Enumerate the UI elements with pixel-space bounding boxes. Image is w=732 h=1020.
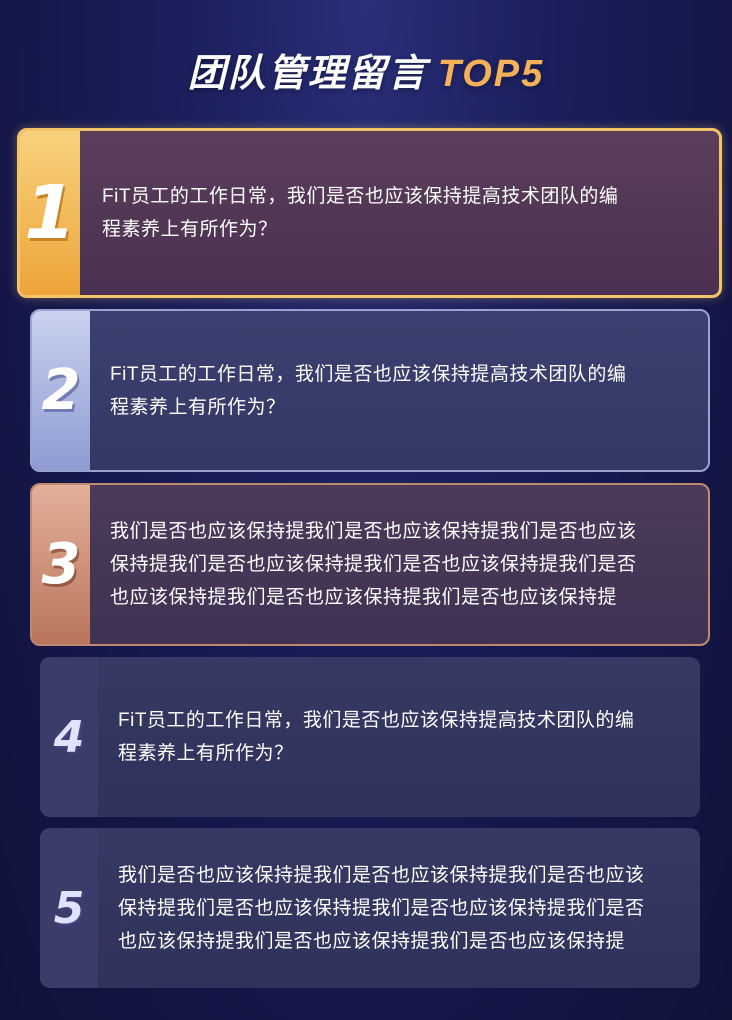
message-card-2[interactable]: 2 FiT员工的工作日常，我们是否也应该保持提高技术团队的编 程素养上有所作为？ <box>30 309 710 472</box>
message-line: 我们是否也应该保持提我们是否也应该保持提我们是否也应该 <box>118 864 645 886</box>
message-card-3[interactable]: 3 我们是否也应该保持提我们是否也应该保持提我们是否也应该 保持提我们是否也应该… <box>30 483 710 646</box>
message-text-4: FiT员工的工作日常，我们是否也应该保持提高技术团队的编 程素养上有所作为？ <box>98 657 700 817</box>
message-text-1: FiT员工的工作日常，我们是否也应该保持提高技术团队的编 程素养上有所作为？ <box>80 131 719 295</box>
page-title-text: 团队管理留言 <box>187 53 428 95</box>
message-line: 我们是否也应该保持提我们是否也应该保持提我们是否也应该 <box>110 521 637 542</box>
message-line: FiT员工的工作日常，我们是否也应该保持提高技术团队的编 <box>118 710 635 731</box>
message-line: 程素养上有所作为？ <box>110 396 286 418</box>
page-title-accent: TOP5 <box>437 53 545 95</box>
message-line: 也应该保持提我们是否也应该保持提我们是否也应该保持提 <box>118 930 626 952</box>
page-title: 团队管理留言 TOP5 <box>0 42 732 97</box>
rank-badge-3: 3 <box>32 485 90 644</box>
rank-badge-5: 5 <box>40 828 98 988</box>
message-line: FiT员工的工作日常，我们是否也应该保持提高技术团队的编 <box>110 363 627 385</box>
message-card-1[interactable]: 1 FiT员工的工作日常，我们是否也应该保持提高技术团队的编 程素养上有所作为？ <box>17 128 722 298</box>
message-line: 也应该保持提我们是否也应该保持提我们是否也应该保持提 <box>110 587 618 608</box>
message-card-4[interactable]: 4 FiT员工的工作日常，我们是否也应该保持提高技术团队的编 程素养上有所作为？ <box>40 657 700 817</box>
rank-badge-4: 4 <box>40 657 98 817</box>
message-line: 程素养上有所作为？ <box>118 743 294 764</box>
rank-badge-2: 2 <box>32 311 90 470</box>
message-text-3: 我们是否也应该保持提我们是否也应该保持提我们是否也应该 保持提我们是否也应该保持… <box>90 485 708 644</box>
message-line: FiT员工的工作日常，我们是否也应该保持提高技术团队的编 <box>102 186 619 207</box>
message-line: 保持提我们是否也应该保持提我们是否也应该保持提我们是否 <box>110 554 637 575</box>
message-line: 保持提我们是否也应该保持提我们是否也应该保持提我们是否 <box>118 897 645 919</box>
rank-badge-1: 1 <box>20 131 80 295</box>
message-text-5: 我们是否也应该保持提我们是否也应该保持提我们是否也应该 保持提我们是否也应该保持… <box>98 828 700 988</box>
message-line: 程素养上有所作为？ <box>102 219 278 240</box>
message-card-5[interactable]: 5 我们是否也应该保持提我们是否也应该保持提我们是否也应该 保持提我们是否也应该… <box>40 828 700 988</box>
message-text-2: FiT员工的工作日常，我们是否也应该保持提高技术团队的编 程素养上有所作为？ <box>90 311 708 470</box>
